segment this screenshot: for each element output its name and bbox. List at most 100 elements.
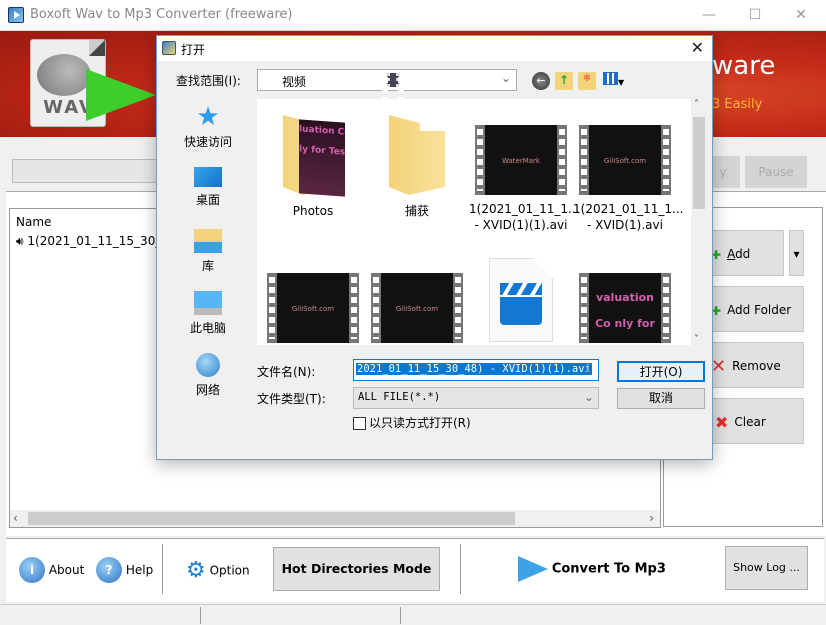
title-bar: Boxoft Wav to Mp3 Converter (freeware) —… (0, 0, 826, 31)
video-folder-icon (382, 73, 404, 139)
file-item[interactable]: 捕获 (365, 115, 469, 219)
back-icon[interactable]: ← (532, 72, 550, 90)
file-name-line2: - XVID(1)(1).avi (474, 218, 568, 232)
speaker-icon: 🔊︎ (16, 234, 24, 248)
open-button[interactable]: 打开(O) (617, 361, 705, 382)
file-type-select[interactable]: ALL FILE(*.*) ⌄ (353, 387, 599, 409)
file-type-value: ALL FILE(*.*) (358, 391, 441, 403)
scrollbar-thumb[interactable] (693, 117, 705, 209)
star-icon: ★ (196, 102, 220, 132)
place-desktop[interactable]: 桌面 (162, 167, 254, 208)
option-button[interactable]: ⚙ Option (186, 558, 250, 583)
media-file-icon (489, 258, 553, 342)
add-dropdown-button[interactable]: ▾ (789, 230, 804, 276)
column-header-name[interactable]: Name (16, 215, 51, 229)
toolbar-divider (460, 544, 461, 594)
dialog-close-button[interactable]: ✕ (691, 38, 704, 57)
scrollbar-thumb[interactable] (28, 512, 515, 525)
minimize-button[interactable]: — (686, 0, 732, 31)
file-item[interactable]: GiliSoft.com (365, 273, 469, 345)
place-label: 快速访问 (183, 135, 232, 149)
folder-icon (365, 115, 469, 197)
list-item[interactable]: 🔊︎ 1(2021_01_11_15_30_... (16, 234, 173, 249)
list-item-name: 1(2021_01_11_15_30_... (27, 234, 173, 248)
about-button[interactable]: i About (19, 557, 84, 583)
status-divider (200, 607, 201, 624)
scroll-up-icon[interactable]: ˄ (694, 99, 699, 110)
scroll-down-icon[interactable]: ˅ (694, 334, 699, 345)
dialog-app-icon (162, 41, 176, 55)
video-thumbnail: WaterMark (475, 125, 567, 195)
file-item[interactable]: WaterMark 1(2021_01_11_1... - XVID(1)(1)… (469, 125, 579, 233)
place-network[interactable]: 网络 (162, 353, 254, 398)
video-thumbnail: GiliSoft.com (267, 273, 359, 343)
up-folder-icon[interactable]: ↑ (555, 72, 573, 90)
place-quick-access[interactable]: ★ 快速访问 (162, 102, 254, 150)
file-item[interactable]: GiliSoft.com (261, 273, 365, 345)
checkbox-box[interactable] (353, 417, 366, 430)
file-name-input[interactable]: 2021_01_11_15_30_48) - XVID(1)(1).avi ⌄ (353, 359, 599, 381)
maximize-button[interactable]: ☐ (732, 0, 778, 31)
place-label: 此电脑 (189, 321, 226, 335)
file-name-label: 文件名(N): (257, 365, 316, 379)
add-folder-button[interactable]: ✚ Add Folder (706, 286, 804, 332)
chevron-down-icon: ⌄ (583, 390, 594, 404)
readonly-checkbox[interactable]: 以只读方式打开(R) (353, 414, 471, 431)
file-name-line2: - XVID(1).avi (587, 218, 663, 232)
clear-button[interactable]: ✖ Clear (706, 398, 804, 444)
chevron-down-icon[interactable]: ⌄ (584, 362, 594, 376)
file-item[interactable]: luation Co ly for Testi Photos (261, 115, 365, 219)
place-label: 网络 (195, 383, 220, 397)
vertical-scrollbar[interactable]: ˄ ˅ (691, 99, 707, 345)
open-file-dialog: 打开 ✕ 查找范围(I): 视频 ⌄ ← ↑ ✱ ▼ ★ 快速访问 桌面 库 此… (156, 35, 713, 460)
chevron-down-icon: ▼ (618, 78, 625, 87)
clear-icon: ✖ (715, 412, 729, 432)
cancel-button[interactable]: 取消 (617, 388, 705, 409)
place-library[interactable]: 库 (162, 229, 254, 274)
convert-button[interactable]: Convert To Mp3 (518, 556, 666, 582)
chevron-down-icon: ⌄ (500, 71, 511, 85)
video-thumbnail: valuation Co nly for Testi (579, 273, 671, 345)
scroll-right-icon[interactable]: › (649, 511, 654, 525)
scroll-left-icon[interactable]: ‹ (13, 511, 18, 525)
clear-label: Clear (734, 415, 766, 429)
add-label-rest: dd (735, 247, 751, 261)
file-name-value: 2021_01_11_15_30_48) - XVID(1)(1).avi (356, 363, 592, 375)
folder-preview-thumbnail: luation Co ly for Testi (299, 119, 345, 197)
file-type-label: 文件类型(T): (257, 392, 326, 406)
horizontal-scrollbar[interactable]: ‹ › (10, 510, 660, 527)
place-this-pc[interactable]: 此电脑 (162, 291, 254, 336)
place-label: 库 (201, 259, 214, 273)
network-icon (196, 353, 220, 377)
help-button[interactable]: ? Help (96, 557, 153, 583)
pause-button[interactable]: Pause (745, 156, 807, 188)
file-item[interactable] (469, 258, 573, 345)
toolbar-divider (162, 544, 163, 594)
info-icon: i (19, 557, 45, 583)
view-menu-button[interactable]: ▼ (603, 72, 629, 90)
clapper-icon (500, 283, 542, 295)
window-title: Boxoft Wav to Mp3 Converter (freeware) (30, 7, 293, 22)
add-button[interactable]: ✚ Add (706, 230, 784, 276)
video-thumbnail: GiliSoft.com (579, 125, 671, 195)
hot-directories-button[interactable]: Hot Directories Mode (273, 547, 440, 591)
desktop-icon (194, 167, 222, 187)
file-item[interactable]: GiliSoft.com 1(2021_01_11_1... - XVID(1)… (573, 125, 683, 233)
file-view[interactable]: luation Co ly for Testi Photos 捕获 WaterM… (257, 99, 691, 345)
help-icon: ? (96, 557, 122, 583)
green-arrow-icon (86, 69, 156, 121)
look-in-dropdown[interactable]: 视频 ⌄ (257, 69, 517, 139)
remove-button[interactable]: ✕ Remove (706, 342, 804, 388)
file-item[interactable]: valuation Co nly for Testi (573, 273, 677, 345)
places-bar: ★ 快速访问 桌面 库 此电脑 网络 (162, 99, 254, 397)
about-label: About (48, 563, 85, 577)
new-folder-icon[interactable]: ✱ (578, 72, 596, 90)
computer-icon (194, 291, 222, 315)
file-name: 捕获 (404, 204, 429, 218)
show-log-button[interactable]: Show Log ... (725, 546, 808, 590)
thumbnail-watermark: GiliSoft.com (603, 157, 647, 165)
readonly-label: 以只读方式打开(R) (369, 416, 471, 430)
status-bar (0, 604, 826, 625)
close-button[interactable]: ✕ (778, 0, 824, 31)
banner-tagline: 3 Easily (712, 97, 763, 112)
